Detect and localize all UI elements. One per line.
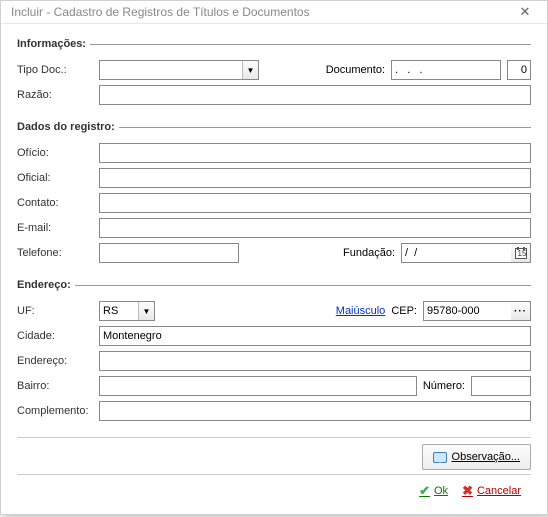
close-button[interactable]: ✕ (511, 1, 539, 23)
fundacao-input[interactable] (401, 243, 511, 263)
cross-icon: ✖ (462, 483, 473, 499)
telefone-input[interactable] (99, 243, 239, 263)
observacao-button[interactable]: Observação... (422, 444, 531, 470)
numero-input[interactable] (471, 376, 531, 396)
cep-lookup-button[interactable]: ··· (511, 301, 531, 321)
footer: ✔ Ok ✖ Cancelar (17, 474, 531, 509)
fundacao-date-button[interactable]: 15 (511, 243, 531, 263)
ok-label: Ok (434, 485, 448, 497)
label-oficial: Oficial: (17, 172, 99, 184)
label-fundacao: Fundação: (343, 247, 395, 259)
label-contato: Contato: (17, 197, 99, 209)
label-numero: Número: (423, 380, 465, 392)
cidade-input[interactable] (99, 326, 531, 346)
label-telefone: Telefone: (17, 247, 99, 259)
tipo-doc-combo[interactable]: ▼ (99, 60, 259, 80)
label-complemento: Complemento: (17, 405, 99, 417)
contato-input[interactable] (99, 193, 531, 213)
label-oficio: Ofício: (17, 147, 99, 159)
ok-link[interactable]: ✔ Ok (419, 483, 448, 499)
speech-bubble-icon (433, 452, 447, 463)
observacao-label: Observação... (452, 451, 520, 463)
content-area: Informações: Tipo Doc.: ▼ Documento: Raz… (1, 24, 547, 517)
window-title: Incluir - Cadastro de Registros de Títul… (11, 5, 310, 19)
maiusculo-link[interactable]: Maiúsculo (336, 305, 386, 317)
group-endereco: Endereço: UF: RS ▼ Maiúsculo CEP: ··· (17, 279, 531, 425)
chevron-down-icon: ▼ (242, 61, 258, 79)
label-tipo-doc: Tipo Doc.: (17, 64, 99, 76)
label-cep: CEP: (391, 305, 417, 317)
oficio-input[interactable] (99, 143, 531, 163)
label-email: E-mail: (17, 222, 99, 234)
codigo-input[interactable] (507, 60, 531, 80)
group-dados-legend: Dados do registro: (17, 121, 119, 133)
dialog-window: Incluir - Cadastro de Registros de Títul… (0, 0, 548, 515)
documento-input[interactable] (391, 60, 501, 80)
bairro-input[interactable] (99, 376, 417, 396)
cancel-label: Cancelar (477, 485, 521, 497)
close-icon: ✕ (520, 4, 531, 20)
titlebar: Incluir - Cadastro de Registros de Títul… (1, 1, 547, 24)
check-icon: ✔ (419, 483, 430, 499)
label-uf: UF: (17, 305, 99, 317)
oficial-input[interactable] (99, 168, 531, 188)
complemento-input[interactable] (99, 401, 531, 421)
calendar-icon: 15 (515, 248, 527, 259)
label-endereco: Endereço: (17, 355, 99, 367)
label-documento: Documento: (326, 64, 385, 76)
group-informacoes-legend: Informações: (17, 38, 90, 50)
cancel-link[interactable]: ✖ Cancelar (462, 483, 521, 499)
ellipsis-icon: ··· (514, 306, 527, 317)
razao-input[interactable] (99, 85, 531, 105)
cep-input[interactable] (423, 301, 511, 321)
group-informacoes: Informações: Tipo Doc.: ▼ Documento: Raz… (17, 38, 531, 109)
label-razao: Razão: (17, 89, 99, 101)
endereco-input[interactable] (99, 351, 531, 371)
uf-combo[interactable]: RS ▼ (99, 301, 155, 321)
label-bairro: Bairro: (17, 380, 99, 392)
label-cidade: Cidade: (17, 330, 99, 342)
group-endereco-legend: Endereço: (17, 279, 75, 291)
uf-value: RS (103, 305, 118, 317)
chevron-down-icon: ▼ (138, 302, 154, 320)
group-dados: Dados do registro: Ofício: Oficial: Cont… (17, 121, 531, 267)
observacao-row: Observação... (17, 437, 531, 474)
email-input[interactable] (99, 218, 531, 238)
